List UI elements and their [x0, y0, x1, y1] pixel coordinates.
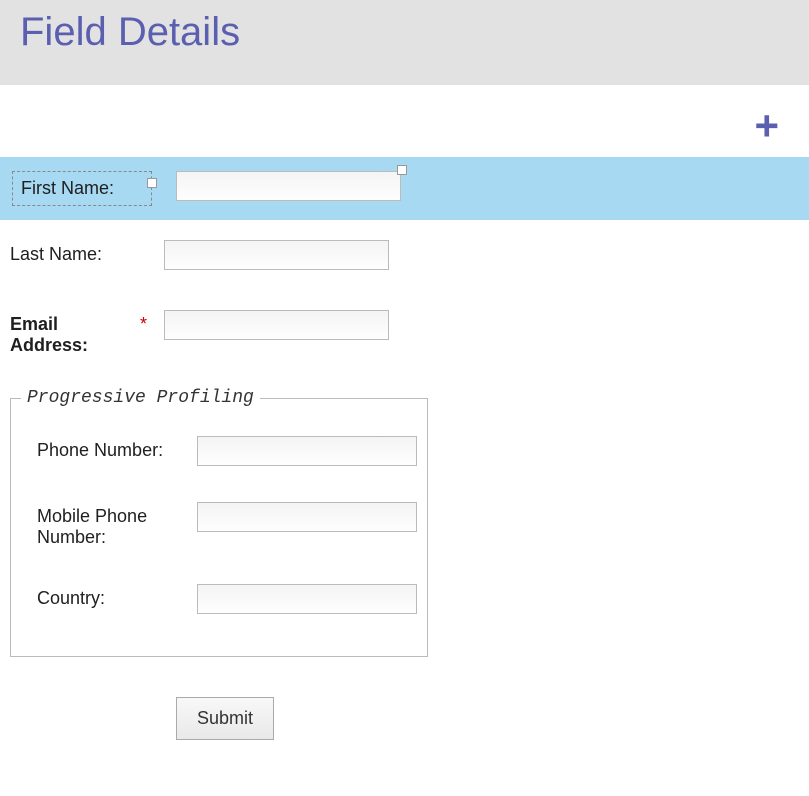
first-name-label: First Name:	[21, 174, 114, 198]
selected-label-wrap[interactable]: First Name:	[12, 171, 152, 206]
phone-label: Phone Number:	[37, 436, 197, 461]
email-label: Email Address:	[10, 310, 140, 356]
field-row-first-name[interactable]: First Name:	[0, 157, 809, 220]
phone-input[interactable]	[197, 436, 417, 466]
field-row-email[interactable]: Email Address: *	[0, 290, 809, 376]
last-name-label: Last Name:	[10, 240, 140, 265]
last-name-input-wrap	[164, 240, 389, 270]
field-row-country[interactable]: Country:	[11, 566, 427, 632]
selection-handle-icon[interactable]	[147, 178, 157, 188]
add-field-icon[interactable]: +	[754, 105, 779, 147]
page-title: Field Details	[20, 10, 809, 55]
email-input[interactable]	[164, 310, 389, 340]
selection-handle-icon[interactable]	[397, 165, 407, 175]
progressive-profiling-fieldset: Progressive Profiling Phone Number: Mobi…	[10, 388, 428, 657]
submit-button[interactable]: Submit	[176, 697, 274, 740]
mobile-input[interactable]	[197, 502, 417, 532]
field-row-phone[interactable]: Phone Number:	[11, 418, 427, 484]
country-label: Country:	[37, 584, 197, 609]
mobile-label: Mobile Phone Number:	[37, 502, 197, 548]
submit-row: Submit	[0, 657, 809, 760]
last-name-input[interactable]	[164, 240, 389, 270]
field-row-last-name[interactable]: Last Name:	[0, 220, 809, 290]
email-input-wrap	[164, 310, 389, 340]
required-mark-icon: *	[140, 310, 164, 335]
first-name-input[interactable]	[176, 171, 401, 201]
progressive-legend: Progressive Profiling	[21, 388, 260, 408]
first-name-input-wrap	[176, 171, 401, 201]
toolbar: +	[0, 85, 809, 157]
field-row-mobile[interactable]: Mobile Phone Number:	[11, 484, 427, 566]
country-input[interactable]	[197, 584, 417, 614]
header-bar: Field Details	[0, 0, 809, 85]
form-area: First Name: Last Name: Email Address: * …	[0, 157, 809, 760]
